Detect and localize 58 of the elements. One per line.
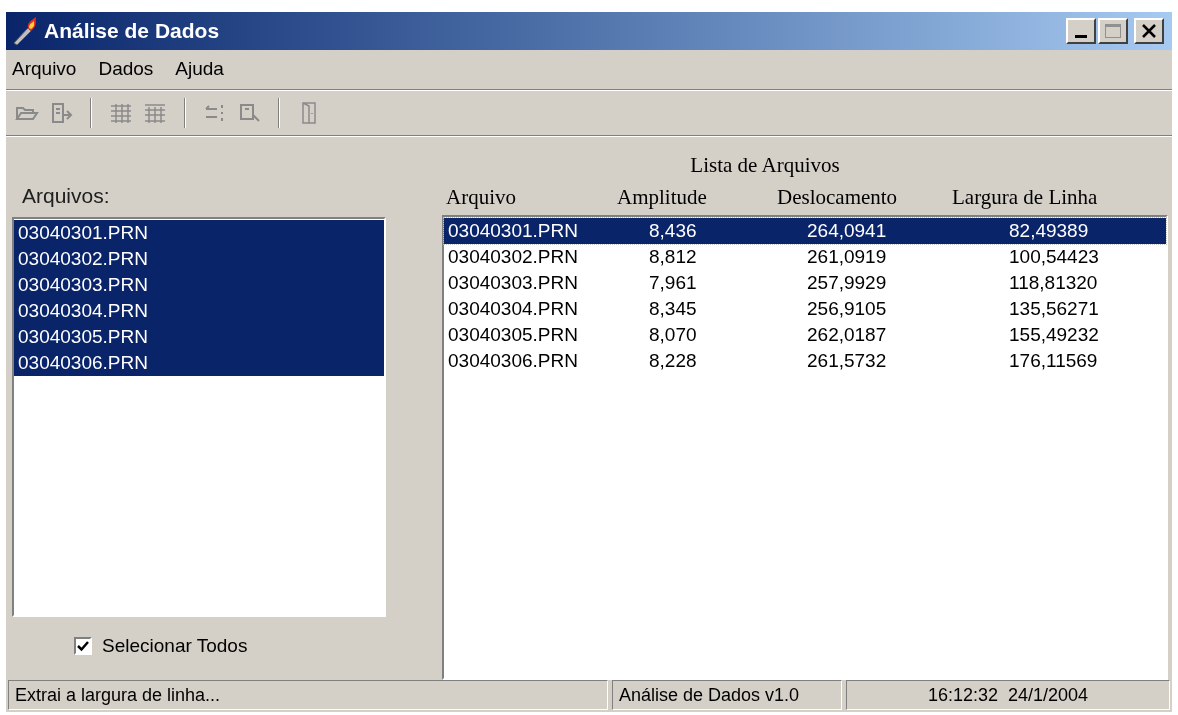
file-list-item[interactable]: 03040306.PRN	[14, 350, 384, 376]
table-cell-text: 03040301.PRN	[447, 219, 579, 243]
file-list-item[interactable]: 03040305.PRN	[14, 324, 384, 350]
grid-icon[interactable]	[109, 101, 133, 125]
results-row[interactable]: 03040303.PRN 7,961 257,9929 118,81320	[444, 270, 1166, 296]
results-title: Lista de Arquivos	[690, 151, 840, 179]
menu-item[interactable]: Arquivo	[12, 55, 77, 84]
table-cell-text: 8,228	[648, 349, 698, 373]
table-cell-text: 03040302.PRN	[447, 245, 579, 269]
table-cell-text: 7,961	[648, 271, 698, 295]
minimize-button[interactable]	[1066, 18, 1096, 44]
status-bar-panel: 16:12:32 24/1/2004	[846, 680, 1170, 710]
results-row[interactable]: 03040306.PRN 8,228 261,5732 176,11569	[444, 348, 1166, 374]
table-cell-text: 135,56271	[1008, 297, 1100, 321]
file-list-item[interactable]: 03040303.PRN	[14, 272, 384, 298]
menu-item[interactable]: Dados	[98, 55, 154, 84]
table-cell-text: 176,11569	[1008, 349, 1099, 373]
table-cell-text: 155,49232	[1008, 323, 1100, 347]
table-cell-text: 100,54423	[1008, 245, 1100, 269]
menu-item[interactable]: Ajuda	[175, 55, 224, 84]
select-all-checkbox[interactable]	[74, 637, 92, 655]
column-header: Largura de Linha	[952, 184, 1098, 212]
results-row[interactable]: 03040304.PRN 8,345 256,9105 135,56271	[444, 296, 1166, 322]
column-header: Arquivo	[445, 184, 517, 212]
file-list-item[interactable]: 03040304.PRN	[14, 298, 384, 324]
table-cell-text: 256,9105	[806, 297, 888, 321]
table-cell-text: 257,9929	[806, 271, 888, 295]
table-cell-text: 8,345	[648, 297, 698, 321]
results-row[interactable]: 03040301.PRN 8,436 264,0941 82,49389	[444, 218, 1166, 244]
status-bar-panel: Análise de Dados v1.0	[612, 680, 842, 710]
table-cell-text: 8,436	[648, 219, 698, 243]
file-list-item[interactable]: 03040301.PRN	[14, 220, 384, 246]
file-list-item[interactable]: 03040302.PRN	[14, 246, 384, 272]
table-cell-text: 262,0187	[806, 323, 888, 347]
table-cell-text: 03040306.PRN	[447, 349, 579, 373]
table-cell-text: 8,812	[648, 245, 698, 269]
table-cell-text: 03040305.PRN	[447, 323, 579, 347]
grid-icon[interactable]	[143, 101, 167, 125]
table-cell-text: 261,5732	[806, 349, 888, 373]
status-bar-panel: Extrai a largura de linha...	[8, 680, 608, 710]
results-row[interactable]: 03040305.PRN 8,070 262,0187 155,49232	[444, 322, 1166, 348]
column-header: Amplitude	[617, 184, 708, 212]
table-cell-text: 118,81320	[1008, 271, 1099, 295]
table-cell-text: 03040303.PRN	[447, 271, 579, 295]
table-cell-text: 264,0941	[806, 219, 888, 243]
document-export-icon[interactable]	[49, 101, 73, 125]
table-cell-text: 8,070	[648, 323, 698, 347]
close-button[interactable]	[1134, 18, 1164, 44]
results-row[interactable]: 03040302.PRN 8,812 261,0919 100,54423	[444, 244, 1166, 270]
select-all-label: Selecionar Todos	[102, 633, 248, 658]
close-icon	[1142, 24, 1156, 38]
maximize-button[interactable]	[1098, 18, 1128, 44]
table-cell-text: 82,49389	[1008, 219, 1090, 243]
column-header: Deslocamento	[777, 184, 899, 212]
table-cell-text: 03040304.PRN	[447, 297, 579, 321]
window-title: Análise de Dados	[44, 18, 220, 45]
files-label: Arquivos:	[22, 182, 110, 209]
table-cell-text: 261,0919	[806, 245, 888, 269]
